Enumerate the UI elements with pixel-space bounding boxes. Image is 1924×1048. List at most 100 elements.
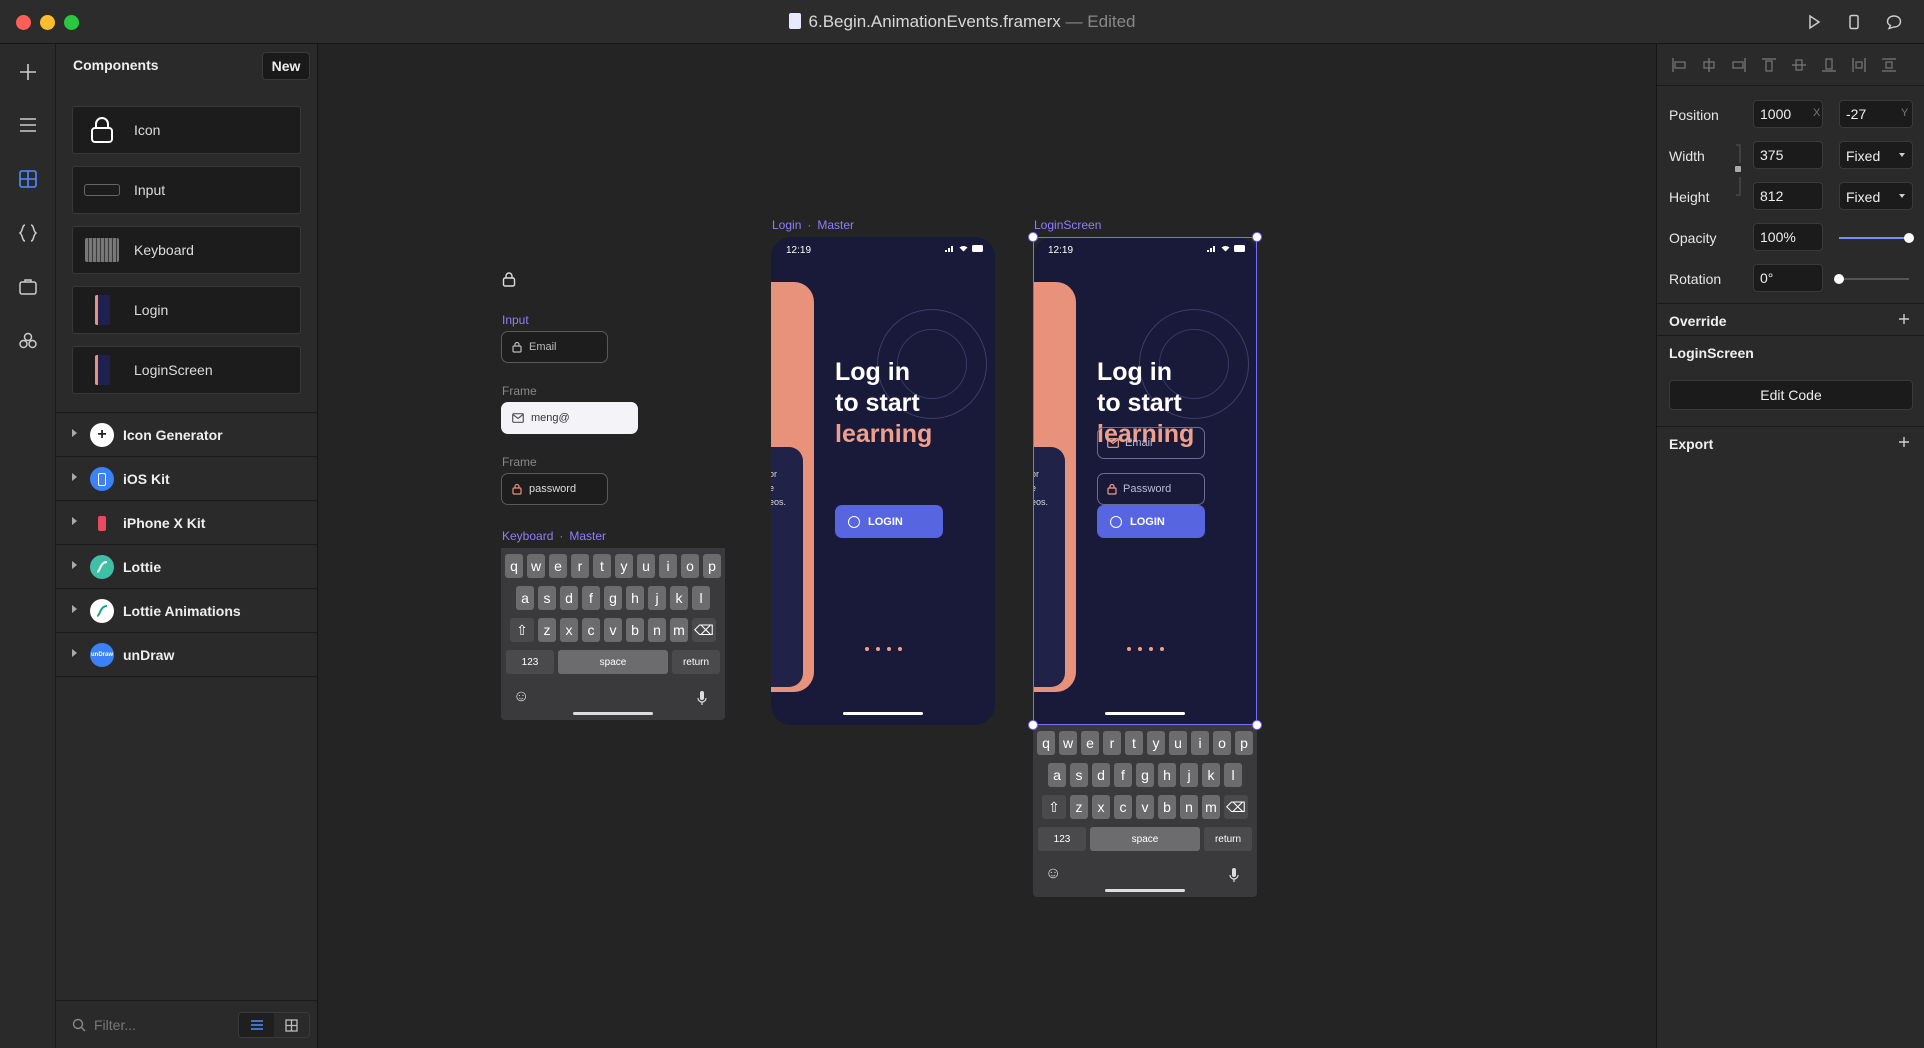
device-preview-button[interactable] (1842, 10, 1866, 34)
microphone-icon[interactable] (697, 690, 707, 706)
rotation-slider-knob[interactable] (1834, 274, 1844, 284)
key[interactable]: d (560, 586, 578, 610)
key[interactable]: h (1158, 763, 1176, 787)
emoji-icon[interactable]: ☺ (513, 688, 529, 706)
package-lottie-animations[interactable]: Lottie Animations (56, 589, 318, 633)
key[interactable]: b (1158, 795, 1176, 819)
component-item-keyboard[interactable]: Keyboard (72, 226, 301, 274)
key[interactable]: j (1180, 763, 1198, 787)
frame-label[interactable]: Frame (502, 384, 537, 398)
key[interactable]: b (626, 618, 644, 642)
grid-view-button[interactable] (274, 1013, 309, 1037)
backspace-key[interactable]: ⌫ (1224, 795, 1248, 819)
key[interactable]: z (1070, 795, 1088, 819)
key[interactable]: z (538, 618, 556, 642)
key[interactable]: o (1213, 731, 1231, 755)
microphone-icon[interactable] (1229, 867, 1239, 883)
key[interactable]: g (1136, 763, 1154, 787)
key[interactable]: q (1037, 731, 1055, 755)
key[interactable]: k (1202, 763, 1220, 787)
key[interactable]: f (1114, 763, 1132, 787)
key[interactable]: n (1180, 795, 1198, 819)
distribute-vertical-button[interactable] (1879, 55, 1899, 75)
key[interactable]: d (1092, 763, 1110, 787)
caret-right-icon[interactable] (72, 517, 77, 525)
list-view-button[interactable] (239, 1013, 274, 1037)
new-component-button[interactable]: New (262, 52, 310, 80)
key[interactable]: l (692, 586, 710, 610)
canvas-login-frame[interactable]: or e eos. 12:19 Log in to start learning L… (771, 237, 995, 725)
resize-handle-bottom-right[interactable] (1252, 720, 1262, 730)
align-middle-button[interactable] (1789, 55, 1809, 75)
align-top-button[interactable] (1759, 55, 1779, 75)
canvas-input-email[interactable]: Email (501, 331, 608, 363)
canvas-frame-email[interactable]: meng@ (501, 402, 638, 434)
emoji-icon[interactable]: ☺ (1045, 865, 1061, 883)
width-mode-select[interactable]: Fixed (1839, 141, 1913, 169)
filter-input[interactable] (94, 1015, 224, 1035)
loginscreen-frame-label[interactable]: LoginScreen (1034, 218, 1101, 232)
package-iphone-x-kit[interactable]: iPhone X Kit (56, 501, 318, 545)
align-right-button[interactable] (1729, 55, 1749, 75)
key[interactable]: m (670, 618, 688, 642)
space-key[interactable]: space (558, 650, 668, 674)
canvas-frame-password[interactable]: password (501, 473, 608, 505)
code-button[interactable] (14, 219, 42, 247)
key[interactable]: u (1169, 731, 1187, 755)
caret-right-icon[interactable] (72, 429, 77, 437)
numbers-key[interactable]: 123 (1038, 827, 1086, 851)
play-preview-button[interactable] (1802, 10, 1826, 34)
align-bottom-button[interactable] (1819, 55, 1839, 75)
key[interactable]: v (1136, 795, 1154, 819)
resize-handle-top-right[interactable] (1252, 232, 1262, 242)
loginscreen-keyboard[interactable]: q w e r t y u i o p a s d f g h j k l ⇧ … (1033, 725, 1257, 897)
key[interactable]: n (648, 618, 666, 642)
key[interactable]: i (659, 554, 677, 578)
key[interactable]: x (560, 618, 578, 642)
caret-right-icon[interactable] (72, 649, 77, 657)
key[interactable]: x (1092, 795, 1110, 819)
packages-button[interactable] (14, 327, 42, 355)
caret-right-icon[interactable] (72, 605, 77, 613)
key[interactable]: o (681, 554, 699, 578)
rotation-slider-track[interactable] (1839, 278, 1909, 280)
key[interactable]: s (538, 586, 556, 610)
component-item-loginscreen[interactable]: LoginScreen (72, 346, 301, 394)
key[interactable]: p (1235, 731, 1253, 755)
component-item-input[interactable]: Input (72, 166, 301, 214)
login-frame-label[interactable]: Login · Master (772, 218, 854, 232)
key[interactable]: f (582, 586, 600, 610)
key[interactable]: y (1147, 731, 1165, 755)
key[interactable]: y (615, 554, 633, 578)
key[interactable]: k (670, 586, 688, 610)
opacity-input[interactable] (1753, 223, 1823, 251)
shift-key[interactable]: ⇧ (510, 618, 534, 642)
component-item-icon[interactable]: Icon (72, 106, 301, 154)
caret-right-icon[interactable] (72, 473, 77, 481)
key[interactable]: c (1114, 795, 1132, 819)
resize-handle-top-left[interactable] (1028, 232, 1038, 242)
package-lottie[interactable]: Lottie (56, 545, 318, 589)
key[interactable]: w (527, 554, 545, 578)
edit-code-button[interactable]: Edit Code (1669, 380, 1913, 410)
resize-handle-bottom-left[interactable] (1028, 720, 1038, 730)
key[interactable]: r (571, 554, 589, 578)
numbers-key[interactable]: 123 (506, 650, 554, 674)
key[interactable]: a (1048, 763, 1066, 787)
layers-button[interactable] (14, 111, 42, 139)
key[interactable]: h (626, 586, 644, 610)
key[interactable]: w (1059, 731, 1077, 755)
backspace-key[interactable]: ⌫ (692, 618, 716, 642)
opacity-slider-knob[interactable] (1904, 233, 1914, 243)
key[interactable]: j (648, 586, 666, 610)
insert-button[interactable] (14, 58, 42, 86)
space-key[interactable]: space (1090, 827, 1200, 851)
canvas-icon-instance[interactable] (502, 271, 516, 292)
canvas-keyboard-small[interactable]: q w e r t y u i o p a s d f g h j k l ⇧ … (501, 548, 725, 720)
key[interactable]: l (1224, 763, 1242, 787)
key[interactable]: r (1103, 731, 1121, 755)
frame-label[interactable]: Frame (502, 455, 537, 469)
key[interactable]: v (604, 618, 622, 642)
align-center-h-button[interactable] (1699, 55, 1719, 75)
key[interactable]: m (1202, 795, 1220, 819)
